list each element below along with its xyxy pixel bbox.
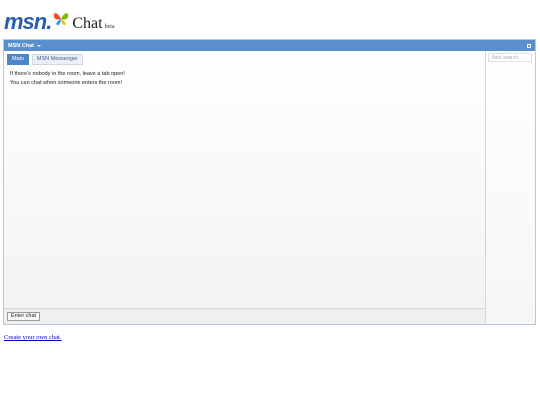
caret-down-icon[interactable] xyxy=(36,44,41,47)
tab-main[interactable]: Main xyxy=(7,54,29,65)
tab-msn-messenger[interactable]: MSN Messenger xyxy=(31,54,83,65)
window-title: MSN Chat xyxy=(8,42,34,49)
chat-message-pane: Main MSN Messenger If there's nobody in … xyxy=(4,51,486,308)
system-message: You can chat when someone enters the roo… xyxy=(10,79,123,86)
chat-tabs: Main MSN Messenger xyxy=(7,54,86,65)
msn-logo-dot: . xyxy=(46,9,52,34)
create-room-link[interactable]: Create your own chat. xyxy=(4,334,61,341)
beta-label: beta xyxy=(104,24,115,30)
nick-search-input[interactable] xyxy=(488,53,532,62)
room-menu[interactable]: MSN Chat xyxy=(8,43,41,49)
user-list-sidebar xyxy=(486,51,535,324)
system-message: If there's nobody in the room, leave a t… xyxy=(10,71,125,77)
msn-chat-header: msn . Chat beta xyxy=(4,5,115,33)
butterfly-logo-icon xyxy=(54,13,69,26)
message-list: If there's nobody in the room, leave a t… xyxy=(10,70,125,87)
chat-window: MSN Chat Main MSN Messenger If there's n… xyxy=(3,39,536,325)
chat-label: Chat xyxy=(72,15,103,32)
msn-logo-text: msn xyxy=(4,9,47,34)
enter-chat-button[interactable]: Enter chat xyxy=(7,312,41,321)
maximize-icon[interactable] xyxy=(527,43,531,48)
chat-titlebar: MSN Chat xyxy=(4,40,535,51)
chat-footer: Enter chat xyxy=(4,308,486,324)
